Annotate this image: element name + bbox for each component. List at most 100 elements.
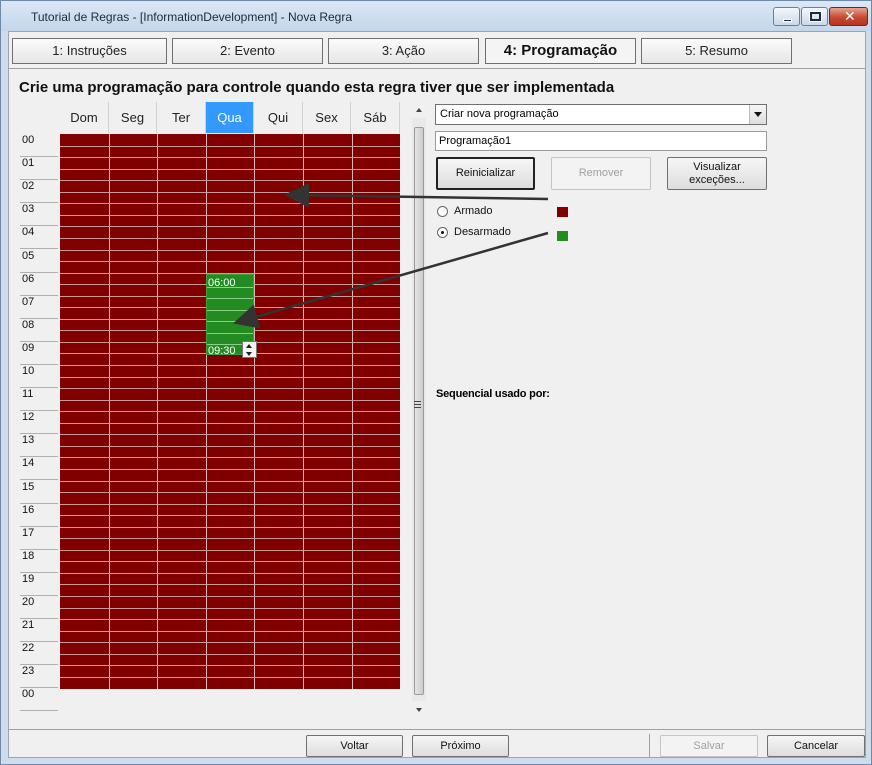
hour-label: 15 [20,481,58,504]
cancel-button[interactable]: Cancelar [767,735,865,757]
hour-label: 08 [20,319,58,342]
hour-label: 00 [20,134,58,157]
wizard-body: 1: Instruções 2: Evento 3: Ação 4: Progr… [8,31,866,758]
grid-line [60,642,400,644]
grid-line [60,376,400,378]
day-header-sat[interactable]: Sáb [351,102,400,133]
grid-line [60,157,400,159]
grid-line [60,503,400,505]
armed-label: Armado [454,205,493,217]
grid-line [60,561,400,563]
grid-line [60,237,400,239]
window-title: Tutorial de Regras - [InformationDevelop… [31,10,353,24]
grid-line [60,411,400,413]
day-header-thu[interactable]: Qui [254,102,303,133]
armed-radio[interactable] [437,206,448,217]
grid-line [60,549,400,551]
spin-down-icon[interactable] [246,352,252,356]
block-grid-line [207,298,253,300]
grid-line [60,249,400,251]
tab-action[interactable]: 3: Ação [328,38,479,64]
maximize-button[interactable] [801,7,828,26]
hour-label: 20 [20,596,58,619]
hour-label: 21 [20,619,58,643]
grid-scrollbar[interactable] [411,102,427,717]
grid-line [60,226,400,228]
page-heading: Crie uma programação para controle quand… [19,79,615,96]
grid-line [60,515,400,517]
schedule-select-value: Criar nova programação [440,108,559,120]
maximize-icon [809,11,822,22]
end-time-spinner[interactable] [242,341,257,358]
block-grid-line [207,321,253,323]
hour-label: 11 [20,388,58,412]
title-bar: Tutorial de Regras - [InformationDevelop… [1,1,871,31]
tab-instructions[interactable]: 1: Instruções [12,38,167,64]
grid-line [60,399,400,401]
grid-line [60,676,400,678]
block-grid-line [207,309,253,311]
footer-divider [649,734,650,758]
grid-line [60,180,400,182]
scroll-up-icon[interactable] [416,108,422,112]
close-button[interactable]: ✕ [829,7,868,26]
view-exceptions-label-2: exceções... [689,173,745,186]
next-button[interactable]: Próximo [412,735,509,757]
hour-label: 22 [20,642,58,666]
schedule-grid-area: Dom Seg Ter Qua Qui Sex Sáb 00 01 02 03 04 05… [16,102,419,720]
grid-line [60,492,400,494]
day-header-wed[interactable]: Qua [206,102,254,133]
grid-line [60,538,400,540]
reset-button[interactable]: Reinicializar [436,157,535,190]
hour-label: 10 [20,365,58,388]
view-exceptions-label-1: Visualizar [693,160,741,173]
schedule-name-field[interactable]: Programação1 [435,131,767,151]
hour-label: 09 [20,342,58,365]
grid-line [60,526,400,528]
grid-line [60,145,400,147]
hour-label: 03 [20,203,58,227]
rule-wizard-window: Tutorial de Regras - [InformationDevelop… [0,0,872,765]
grid-line [60,630,400,632]
schedule-select[interactable]: Criar nova programação [435,104,767,125]
scroll-thumb[interactable] [414,127,424,695]
disarmed-label: Desarmado [454,226,511,238]
grid-line [60,457,400,459]
schedule-grid[interactable]: 06:00 09:30 [60,134,400,689]
remove-button[interactable]: Remover [551,157,651,190]
day-header-mon[interactable]: Seg [109,102,157,133]
block-grid-line [207,332,253,334]
disarmed-color-swatch [557,231,568,241]
scroll-down-icon[interactable] [416,708,422,712]
tab-schedule[interactable]: 4: Programação [485,38,636,64]
remove-button-label: Remover [578,167,624,179]
hour-label: 01 [20,157,58,181]
tab-event[interactable]: 2: Evento [172,38,323,64]
tab-summary[interactable]: 5: Resumo [641,38,792,64]
grid-line [60,665,400,667]
day-header-sun[interactable]: Dom [60,102,109,133]
view-exceptions-button[interactable]: Visualizar exceções... [667,157,767,190]
grid-line [60,434,400,436]
disarmed-radio[interactable] [437,227,448,238]
grid-line [60,261,400,263]
splitter-grip-icon[interactable] [414,401,421,408]
grid-line [60,168,400,170]
minimize-icon [783,19,792,22]
hour-label: 16 [20,504,58,527]
day-header-fri[interactable]: Sex [303,102,351,133]
grid-line [60,445,400,447]
day-header-tue[interactable]: Ter [157,102,206,133]
grid-line [60,203,400,205]
hour-label: 17 [20,527,58,550]
minimize-button[interactable] [773,7,800,26]
chevron-down-icon[interactable] [749,105,766,124]
back-button[interactable]: Voltar [306,735,403,757]
hour-label: 05 [20,250,58,273]
grid-line [60,596,400,597]
sequence-used-by-label: Sequencial usado por: [436,388,550,400]
spin-up-icon[interactable] [246,344,252,348]
footer-bar: Voltar Próximo Salvar Cancelar [9,729,865,758]
hour-label: 00 [20,688,58,712]
save-button[interactable]: Salvar [660,735,758,757]
